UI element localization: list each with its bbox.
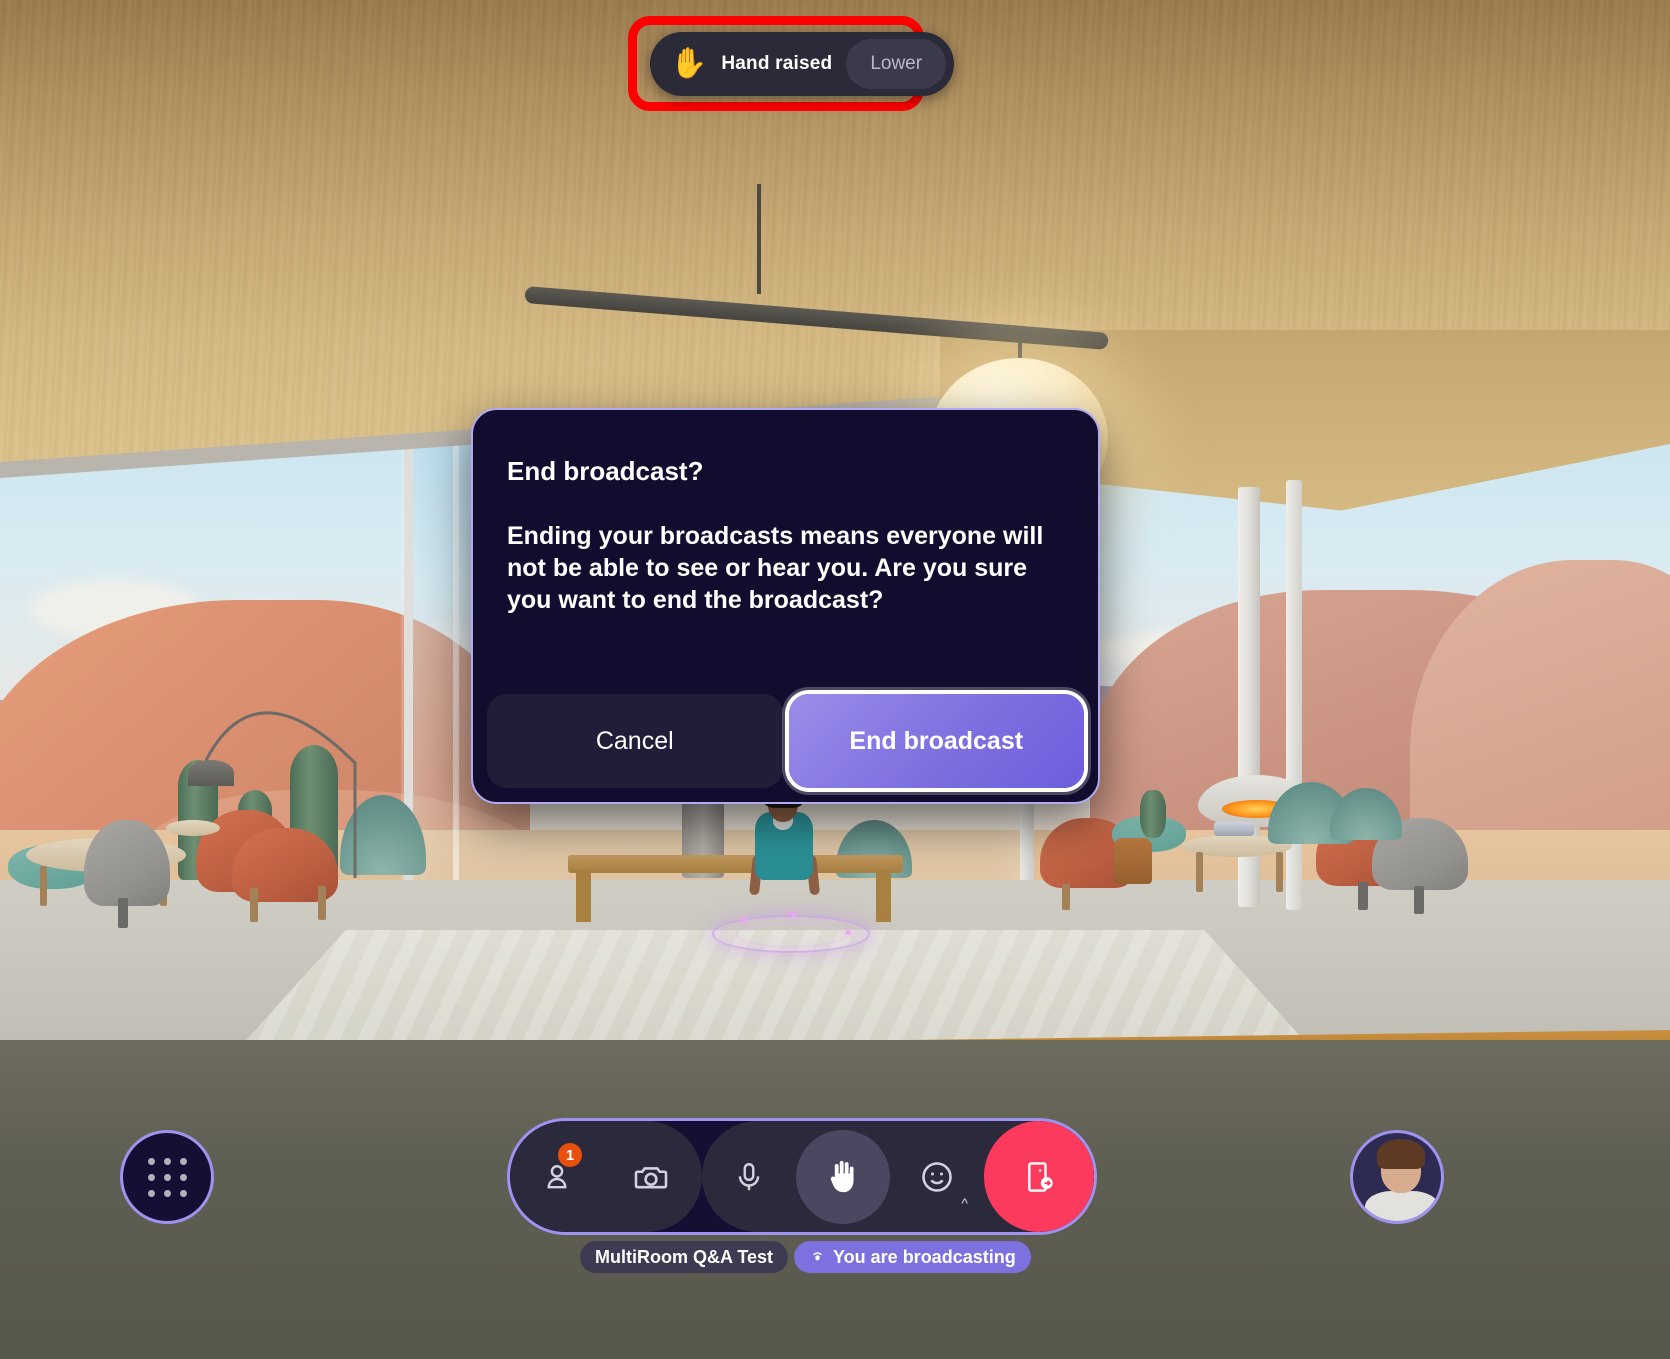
teleport-ring-inner [736,923,846,947]
smiley-icon [922,1161,952,1192]
reactions-button[interactable]: ^ [890,1121,984,1232]
toolbar-group-right: ^ [702,1121,1094,1232]
bench-leg-right [876,870,891,922]
app-root: ✋ Hand raised Lower End broadcast? Endin… [0,0,1670,1359]
room-name-chip: MultiRoom Q&A Test [580,1241,788,1273]
chair-leg [1358,882,1368,910]
wooden-bench [568,855,903,873]
bench-leg-left [576,870,591,922]
end-broadcast-button[interactable]: End broadcast [788,694,1084,789]
chair-leg [1062,884,1070,910]
toolbar-group-left: 1 [510,1121,702,1232]
table-leg [1196,852,1203,892]
books-on-table [1214,822,1254,836]
people-badge: 1 [558,1143,582,1167]
stool-wood-right [1114,838,1152,884]
chevron-up-icon: ^ [961,1195,968,1211]
broadcasting-status-chip: You are broadcasting [794,1241,1031,1273]
chair-leg [118,898,128,928]
camera-button[interactable] [604,1121,698,1232]
end-broadcast-dialog: End broadcast? Ending your broadcasts me… [471,408,1100,805]
broadcast-icon [813,1252,822,1260]
shrub-right [1140,790,1166,838]
hand-icon [830,1160,854,1192]
raise-hand-button[interactable] [796,1129,890,1224]
hand-raised-label: Hand raised [721,53,833,74]
camera-icon [634,1166,668,1188]
chair-leg [1414,886,1424,914]
apps-grid-button[interactable] [120,1130,214,1224]
hand-raised-toast: ✋ Hand raised Lower [650,32,955,96]
people-button[interactable]: 1 [510,1121,604,1232]
microphone-button[interactable] [702,1121,796,1232]
dialog-actions: Cancel End broadcast [473,616,1098,802]
ring-sparkle [742,918,747,923]
status-row: MultiRoom Q&A Test You are broadcasting [580,1241,1031,1273]
avatar-hair [1377,1139,1425,1169]
cancel-button[interactable]: Cancel [487,694,783,789]
main-toolbar: 1 ^ [507,1118,1097,1235]
leave-door-icon [1028,1161,1053,1192]
raised-hand-icon: ✋ [670,47,708,80]
dialog-title: End broadcast? [507,456,704,486]
lamp-rod [757,184,761,294]
dialog-body: End broadcast? Ending your broadcasts me… [473,410,1098,616]
leave-button[interactable] [984,1121,1094,1232]
grid-dots-icon [147,1157,187,1197]
avatar-body [1365,1191,1439,1221]
broadcasting-label: You are broadcasting [833,1246,1016,1267]
microphone-icon [738,1162,760,1190]
lower-hand-button[interactable]: Lower [846,39,947,89]
self-avatar-button[interactable] [1350,1130,1444,1224]
dialog-message: Ending your broadcasts means everyone wi… [507,522,1044,614]
ring-sparkle [790,912,795,917]
table-leg [40,866,47,906]
arc-lamp-shade [188,760,234,786]
ring-sparkle [846,930,851,935]
table-leg [1276,852,1283,892]
